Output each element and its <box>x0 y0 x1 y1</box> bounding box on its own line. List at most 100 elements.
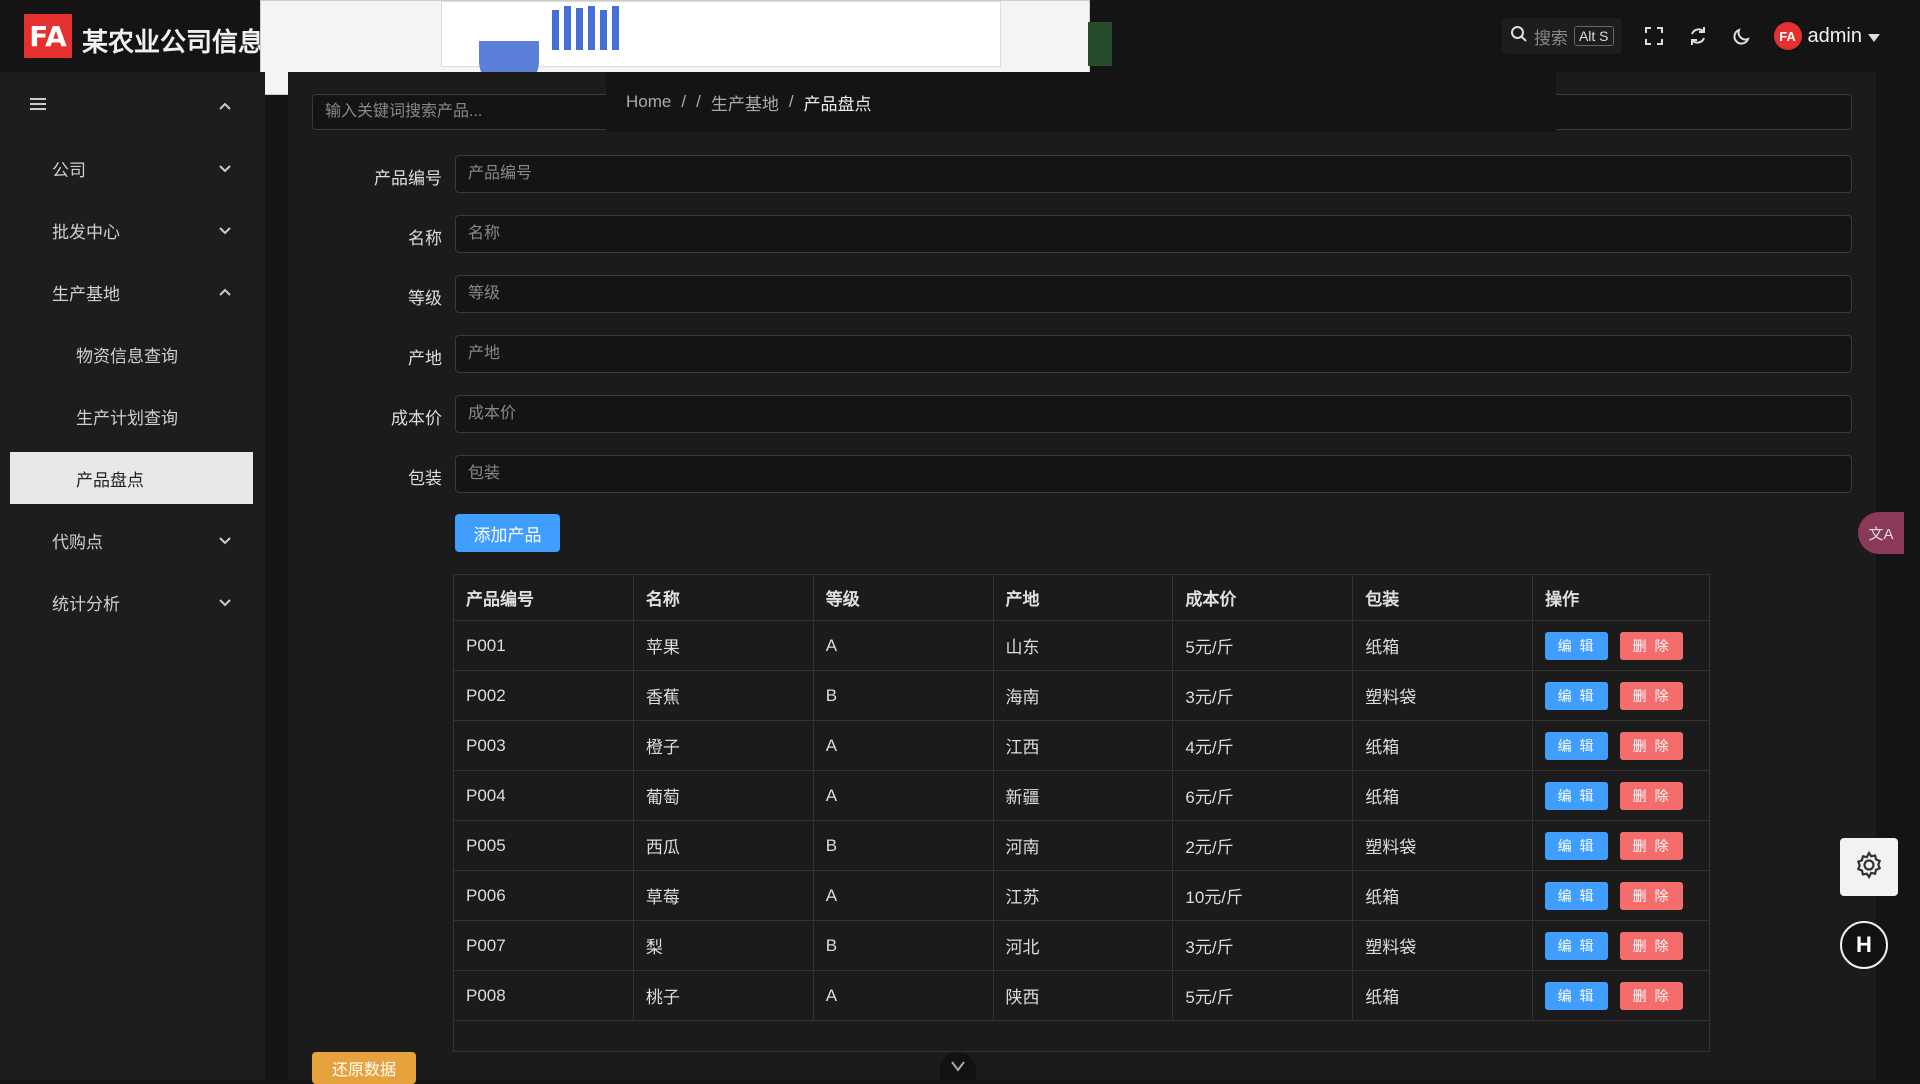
delete-button[interactable]: 删 除 <box>1620 831 1684 860</box>
chevron-down-icon <box>219 599 231 607</box>
table-cell: A <box>812 620 994 671</box>
table-cell: 河南 <box>992 820 1174 871</box>
table-cell: 10元/斤 <box>1172 870 1354 921</box>
table-cell: 3元/斤 <box>1172 670 1354 721</box>
sidebar-item-company[interactable]: 公司 <box>0 142 265 194</box>
cost-price-label: 成本价 <box>391 409 442 428</box>
delete-button[interactable]: 删 除 <box>1620 881 1684 910</box>
delete-button[interactable]: 删 除 <box>1620 731 1684 760</box>
edit-button[interactable]: 编 辑 <box>1545 681 1609 710</box>
breadcrumb-parent[interactable]: 生产基地 <box>711 90 779 115</box>
row-actions: 编 辑删 除 <box>1532 870 1710 921</box>
origin-label: 产地 <box>408 349 442 368</box>
table-cell: 江西 <box>992 720 1174 771</box>
sidebar-item-production-base[interactable]: 生产基地 <box>0 266 265 318</box>
scroll-down-icon[interactable] <box>940 1052 976 1080</box>
breadcrumb-separator: / <box>696 92 701 111</box>
table-cell: P006 <box>453 870 634 921</box>
edit-button[interactable]: 编 辑 <box>1545 781 1609 810</box>
translate-icon[interactable]: 文A <box>1858 512 1904 554</box>
column-header: 产品编号 <box>453 574 634 621</box>
table-cell: A <box>812 770 994 821</box>
table-cell: 纸箱 <box>1352 620 1534 671</box>
table-row: P006 草莓 A 江苏 10元/斤 纸箱编 辑删 除 <box>453 870 1710 921</box>
settings-button[interactable] <box>1840 838 1898 896</box>
sidebar-item-materials[interactable]: 物资信息查询 <box>0 328 265 380</box>
sidebar-item-wholesale[interactable]: 批发中心 <box>0 204 265 256</box>
fullscreen-icon[interactable] <box>1642 24 1666 48</box>
chevron-down-icon <box>219 227 231 235</box>
column-header: 包装 <box>1352 574 1534 621</box>
column-header: 名称 <box>632 574 814 621</box>
edit-button[interactable]: 编 辑 <box>1545 881 1609 910</box>
delete-button[interactable]: 删 除 <box>1620 631 1684 660</box>
table-cell: 苹果 <box>632 620 814 671</box>
table-cell: P003 <box>453 720 634 771</box>
table-footer <box>453 1022 1710 1052</box>
table-row: P003 橙子 A 江西 4元/斤 纸箱编 辑删 除 <box>453 720 1710 771</box>
chevron-down-icon <box>219 165 231 173</box>
sidebar-collapse-toggle[interactable] <box>0 80 265 132</box>
table-cell: 葡萄 <box>632 770 814 821</box>
row-actions: 编 辑删 除 <box>1532 670 1710 721</box>
table-cell: 纸箱 <box>1352 870 1534 921</box>
sidebar-item-statistics[interactable]: 统计分析 <box>0 576 265 628</box>
delete-button[interactable]: 删 除 <box>1620 681 1684 710</box>
table-cell: 纸箱 <box>1352 770 1534 821</box>
edit-button[interactable]: 编 辑 <box>1545 981 1609 1010</box>
restore-data-button[interactable]: 还原数据 <box>312 1052 416 1084</box>
table-cell: 3元/斤 <box>1172 920 1354 971</box>
h-badge-icon[interactable]: H <box>1840 921 1888 969</box>
product-id-input[interactable]: 产品编号 <box>455 155 1852 193</box>
product-table: 产品编号 名称 等级 产地 成本价 包装 操作 P001 苹果 A 山东 5元/斤 纸箱编… <box>453 574 1710 1021</box>
user-menu[interactable]: FA admin <box>1773 22 1880 50</box>
table-cell: 草莓 <box>632 870 814 921</box>
sidebar-item-label: 物资信息查询 <box>76 346 178 366</box>
table-cell: 纸箱 <box>1352 720 1534 771</box>
user-name: admin <box>1807 24 1862 47</box>
table-cell: 新疆 <box>992 770 1174 821</box>
delete-button[interactable]: 删 除 <box>1620 781 1684 810</box>
dark-mode-icon[interactable] <box>1730 24 1754 48</box>
edit-button[interactable]: 编 辑 <box>1545 831 1609 860</box>
cost-price-input[interactable]: 成本价 <box>455 395 1852 433</box>
delete-button[interactable]: 删 除 <box>1620 931 1684 960</box>
origin-input[interactable]: 产地 <box>455 335 1852 373</box>
table-cell: P007 <box>453 920 634 971</box>
row-actions: 编 辑删 除 <box>1532 820 1710 871</box>
sidebar-item-label: 生产基地 <box>52 284 120 304</box>
table-cell: P008 <box>453 970 634 1021</box>
table-cell: 香蕉 <box>632 670 814 721</box>
packaging-input[interactable]: 包装 <box>455 455 1852 493</box>
delete-button[interactable]: 删 除 <box>1620 981 1684 1010</box>
refresh-icon[interactable] <box>1686 24 1710 48</box>
table-cell: 塑料袋 <box>1352 820 1534 871</box>
sidebar-item-production-plan[interactable]: 生产计划查询 <box>0 390 265 442</box>
row-actions: 编 辑删 除 <box>1532 720 1710 771</box>
edit-button[interactable]: 编 辑 <box>1545 931 1609 960</box>
sidebar-item-label: 代购点 <box>52 532 103 552</box>
sidebar-item-purchase-points[interactable]: 代购点 <box>0 514 265 566</box>
table-cell: 江苏 <box>992 870 1174 921</box>
table-row: P007 梨 B 河北 3元/斤 塑料袋编 辑删 除 <box>453 920 1710 971</box>
name-input[interactable]: 名称 <box>455 215 1852 253</box>
add-product-button[interactable]: 添加产品 <box>455 514 560 552</box>
table-cell: 河北 <box>992 920 1174 971</box>
edit-button[interactable]: 编 辑 <box>1545 731 1609 760</box>
column-header: 成本价 <box>1172 574 1354 621</box>
grade-input[interactable]: 等级 <box>455 275 1852 313</box>
preview-edge <box>1088 22 1112 66</box>
global-search[interactable]: 搜索 Alt S <box>1501 18 1622 54</box>
table-cell: 塑料袋 <box>1352 920 1534 971</box>
column-header: 等级 <box>812 574 994 621</box>
table-cell: 海南 <box>992 670 1174 721</box>
table-cell: 橙子 <box>632 720 814 771</box>
row-actions: 编 辑删 除 <box>1532 920 1710 971</box>
edit-button[interactable]: 编 辑 <box>1545 631 1609 660</box>
table-cell: 山东 <box>992 620 1174 671</box>
sidebar-item-label: 生产计划查询 <box>76 408 178 428</box>
breadcrumb-home[interactable]: Home <box>626 92 671 112</box>
table-cell: 纸箱 <box>1352 970 1534 1021</box>
sidebar-item-product-inventory[interactable]: 产品盘点 <box>10 452 253 504</box>
table-cell: 6元/斤 <box>1172 770 1354 821</box>
